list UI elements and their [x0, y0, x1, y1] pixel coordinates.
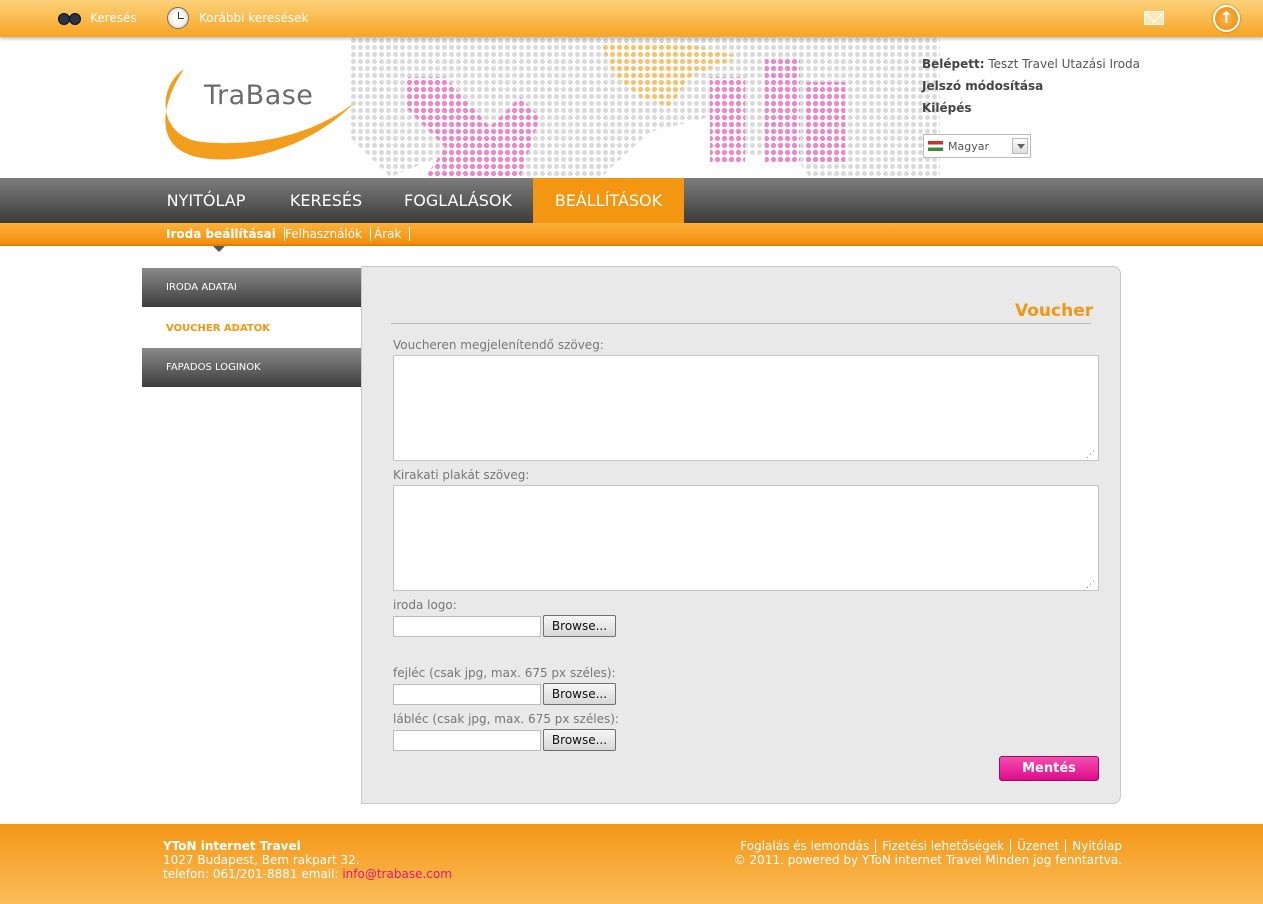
page-title: Voucher — [1015, 301, 1094, 321]
title-divider — [391, 323, 1091, 324]
footer-links: Foglalás és lemondás Fizetési lehetőségek… — [734, 839, 1122, 867]
footer-browse-button[interactable]: Browse... — [543, 729, 616, 751]
search-link[interactable]: Keresés — [58, 11, 137, 25]
subnav-item-prices[interactable]: Árak — [374, 227, 411, 241]
subnav-item-office-settings[interactable]: Iroda beállításai — [166, 227, 285, 241]
chevron-down-icon[interactable] — [1012, 138, 1028, 154]
header-file-input[interactable] — [393, 684, 541, 705]
voucher-text-label: Voucheren megjelenítendő szöveg: — [393, 338, 604, 352]
footer-contact: telefon: 061/201-8881 email: — [163, 867, 339, 881]
logo-label: iroda logo: — [393, 598, 457, 612]
footer-image-label: lábléc (csak jpg, max. 675 px széles): — [393, 712, 619, 726]
logo-file-input[interactable] — [393, 616, 541, 637]
arrow-up-icon[interactable]: ↑ — [1213, 5, 1240, 32]
world-map-graphic — [350, 37, 940, 178]
sub-nav: Iroda beállításai Felhasználók Árak — [0, 223, 1263, 246]
header-browse-button[interactable]: Browse... — [543, 683, 616, 705]
footer-company-info: YToN internet Travel 1027 Budapest, Bem … — [163, 839, 452, 881]
search-link-label: Keresés — [90, 11, 137, 25]
subnav-item-users[interactable]: Felhasználók — [285, 227, 372, 241]
history-link[interactable]: Korábbi keresések — [167, 7, 308, 29]
poster-text-label: Kirakati plakát szöveg: — [393, 468, 530, 482]
header: TraBase Belépett: Teszt Travel Utazási I… — [0, 37, 1263, 178]
main-nav: NYITÓLAP KERESÉS FOGLALÁSOK BEÁLLÍTÁSOK — [0, 178, 1263, 223]
save-button[interactable]: Mentés — [999, 756, 1099, 781]
hungarian-flag-icon — [928, 141, 943, 151]
footer-link-payment[interactable]: Fizetési lehetőségek — [876, 839, 1012, 853]
footer-link-message[interactable]: Üzenet — [1011, 839, 1067, 853]
footer-file-input[interactable] — [393, 730, 541, 751]
voucher-text-field[interactable] — [393, 355, 1099, 461]
footer: YToN internet Travel 1027 Budapest, Bem … — [0, 824, 1263, 904]
logout-link[interactable]: Kilépés — [922, 101, 972, 115]
logged-in-user: Teszt Travel Utazási Iroda — [988, 57, 1141, 71]
language-select-value: Magyar — [948, 139, 989, 153]
active-indicator-arrow — [213, 246, 225, 252]
side-item-voucher-data[interactable]: VOUCHER ADATOK — [142, 309, 362, 348]
logged-in-label: Belépett: — [922, 57, 985, 71]
language-select[interactable]: Magyar — [923, 134, 1031, 158]
side-item-budget-logins[interactable]: FAPADOS LOGINOK — [142, 348, 362, 387]
mail-icon[interactable] — [1144, 11, 1164, 25]
footer-copyright: © 2011. powered by YToN internet Travel … — [733, 853, 1122, 867]
poster-text-field[interactable] — [393, 485, 1099, 591]
nav-item-bookings[interactable]: FOGLALÁSOK — [392, 178, 524, 223]
logo-browse-button[interactable]: Browse... — [543, 615, 616, 637]
user-panel: Belépett: Teszt Travel Utazási Iroda Jel… — [922, 53, 1140, 119]
side-item-office-data[interactable]: IRODA ADATAI — [142, 268, 362, 307]
clock-icon — [167, 7, 189, 29]
footer-company-name: YToN internet Travel — [163, 839, 301, 853]
footer-link-booking[interactable]: Foglalás és lemondás — [734, 839, 877, 853]
nav-item-settings[interactable]: BEÁLLÍTÁSOK — [533, 178, 684, 223]
footer-address: 1027 Budapest, Bem rakpart 32. — [163, 853, 360, 867]
binoculars-icon — [58, 12, 81, 25]
footer-email-link[interactable]: info@trabase.com — [342, 867, 452, 881]
logo-text: TraBase — [204, 80, 314, 111]
nav-item-home[interactable]: NYITÓLAP — [153, 178, 259, 223]
header-image-label: fejléc (csak jpg, max. 675 px széles): — [393, 666, 616, 680]
footer-link-home[interactable]: Nyitólap — [1066, 839, 1122, 853]
top-bar: Keresés Korábbi keresések ↑ — [0, 0, 1263, 37]
nav-item-search[interactable]: KERESÉS — [277, 178, 375, 223]
history-link-label: Korábbi keresések — [199, 11, 309, 25]
change-password-link[interactable]: Jelszó módosítása — [922, 79, 1043, 93]
